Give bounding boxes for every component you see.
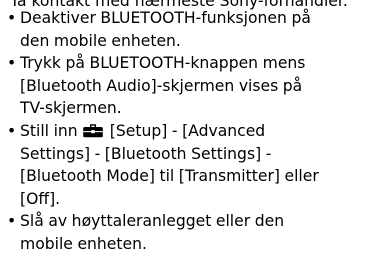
list-item-line: Settings] - [Bluetooth Settings] - (20, 144, 272, 163)
list-item-line: den mobile enheten. (20, 31, 181, 50)
setting-prefix-text: Still inn (20, 121, 78, 140)
bullet-mark: • (7, 212, 17, 231)
toolbox-icon (83, 124, 104, 138)
list-item: • Slå av høyttaleranlegget eller den mob… (0, 210, 373, 255)
list-item: • Deaktiver BLUETOOTH-funksjonen på den … (0, 7, 373, 52)
bullet-mark: • (7, 54, 17, 73)
list-item-line: TV-skjermen. (20, 99, 122, 118)
bullet-mark: • (7, 9, 17, 27)
list-item-line: [Bluetooth Mode] til [Transmitter] eller (20, 167, 319, 186)
list-item-line: mobile enheten. (20, 234, 147, 253)
list-item: • Trykk på BLUETOOTH-knappen mens [Bluet… (0, 52, 373, 120)
list-item-line: [Off]. (20, 189, 61, 208)
list-item-line: Trykk på BLUETOOTH-knappen mens (20, 54, 306, 73)
list-item: • Still inn [Setup] - [Advanced Settings… (0, 120, 373, 210)
document-page: Ta kontakt med nærmeste Sony-forhandler.… (0, 0, 373, 265)
setting-path-text: [Setup] - [Advanced (109, 121, 266, 140)
bullet-list: • Deaktiver BLUETOOTH-funksjonen på den … (0, 7, 373, 256)
list-item-line: Still inn [Setup] - [Advanced (20, 120, 369, 143)
list-item-line: [Bluetooth Audio]-skjermen vises på (20, 76, 303, 95)
bullet-mark: • (7, 121, 17, 140)
list-item-line: Deaktiver BLUETOOTH-funksjonen på (20, 9, 311, 27)
list-item-line: Slå av høyttaleranlegget eller den (20, 212, 285, 231)
